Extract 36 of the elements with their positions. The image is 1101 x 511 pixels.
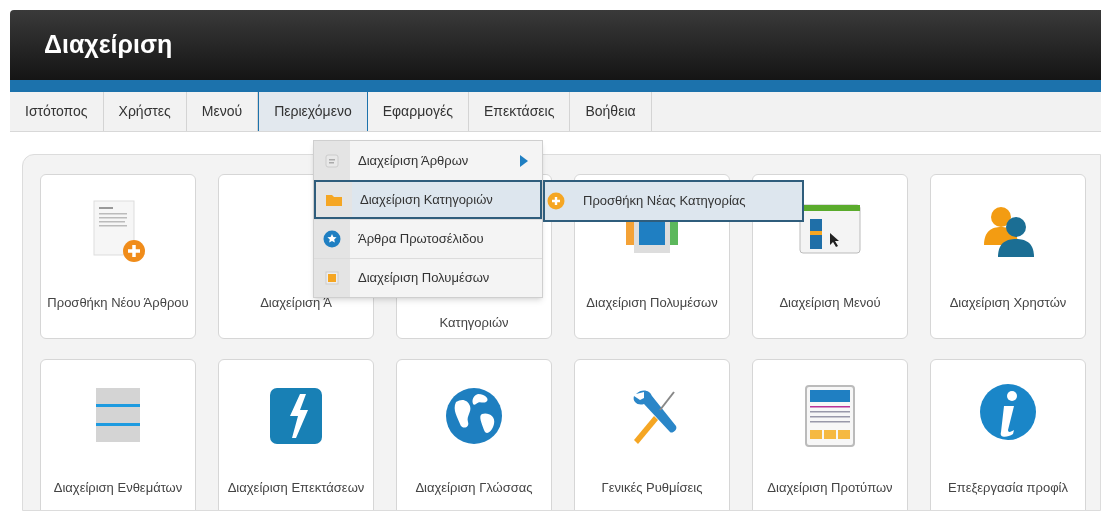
- menu-item[interactable]: Διαχείριση Κατηγοριών: [314, 180, 542, 219]
- tile-label: Διαχείριση Χρηστών: [949, 294, 1067, 312]
- shortcut-tile[interactable]: Διαχείριση Επεκτάσεων: [218, 359, 374, 510]
- tile-label: Διαχείριση Ά: [260, 294, 332, 312]
- shortcut-tile[interactable]: Διαχείριση Προτύπων: [752, 359, 908, 510]
- nav-tab[interactable]: Επεκτάσεις: [469, 92, 571, 131]
- shortcut-tile[interactable]: Επεξεργασία προφίλ: [930, 359, 1086, 510]
- tile-label: Διαχείριση Προτύπων: [767, 479, 893, 497]
- plus-icon: [547, 192, 565, 210]
- menu-item-label: Διαχείριση Άρθρων: [358, 151, 469, 170]
- menu-item[interactable]: Διαχείριση Πολυμέσων: [314, 258, 542, 297]
- tile-label: Διαχείριση Μενού: [779, 294, 881, 312]
- tile-label: Διαχείριση Επεκτάσεων: [227, 479, 365, 497]
- tile-label: Επεξεργασία προφίλ: [948, 479, 1068, 497]
- tile-label: Γενικές Ρυθμίσεις: [601, 479, 703, 497]
- tile-label: Διαχείριση Γλώσσας: [415, 479, 533, 497]
- shortcut-tile[interactable]: Διαχείριση Γλώσσας: [396, 359, 552, 510]
- image-icon: [324, 270, 340, 286]
- tile-label: Προσθήκη Νέου Άρθρου: [47, 294, 189, 312]
- document-icon: [324, 152, 340, 169]
- tile-label: Διαχείριση Ενθεμάτων: [53, 479, 183, 497]
- nav-tab[interactable]: Βοήθεια: [570, 92, 652, 131]
- shortcut-tile[interactable]: Προσθήκη Νέου Άρθρου: [40, 174, 196, 339]
- shortcut-tile[interactable]: Διαχείριση Ενθεμάτων: [40, 359, 196, 510]
- menu-item[interactable]: Άρθρα Πρωτοσέλιδου: [314, 219, 542, 258]
- shortcut-tile[interactable]: Διαχείριση Χρηστών: [930, 174, 1086, 339]
- shortcut-tile[interactable]: Διαχείριση Μενού: [752, 174, 908, 339]
- nav-tab[interactable]: Περιεχόμενο: [258, 92, 368, 131]
- nav-tab[interactable]: Ιστότοπος: [10, 92, 104, 131]
- page-title: Διαχείριση: [44, 29, 173, 61]
- tile-label: Κατηγοριών: [439, 314, 509, 332]
- nav-tab[interactable]: Εφαρμογές: [367, 92, 470, 131]
- nav-tab[interactable]: Χρήστες: [103, 92, 187, 131]
- submenu-item[interactable]: Προσθήκη Νέας Κατηγορίας: [543, 180, 804, 222]
- shortcut-tile[interactable]: Γενικές Ρυθμίσεις: [574, 359, 730, 510]
- tile-label: Διαχείριση Πολυμέσων: [586, 294, 718, 312]
